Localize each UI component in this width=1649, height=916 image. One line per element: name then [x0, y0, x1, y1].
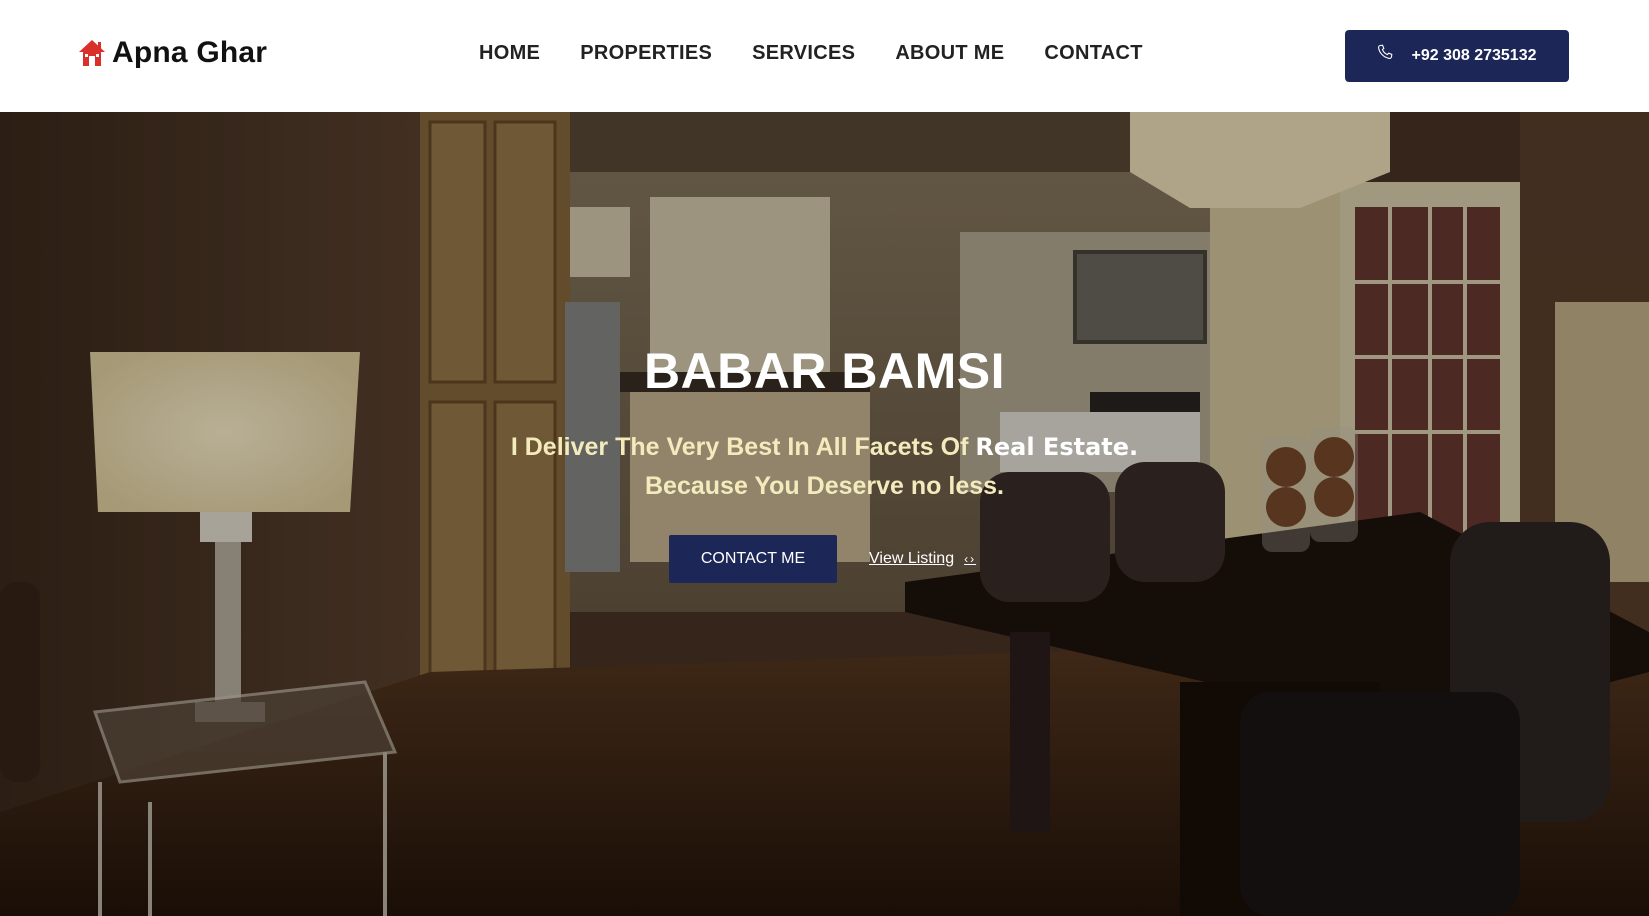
hero-actions: CONTACT ME View Listing ‹›: [669, 535, 976, 583]
brand-logo[interactable]: Apna Ghar: [78, 36, 267, 70]
nav-item-properties[interactable]: PROPERTIES: [580, 42, 712, 65]
view-listing-link[interactable]: View Listing ‹›: [869, 550, 976, 568]
hero-section: BABAR BAMSI I Deliver The Very Best In A…: [0, 112, 1649, 916]
hero-subtitle-line-1: I Deliver The Very Best In All Facets Of…: [0, 428, 1649, 467]
house-icon: [79, 40, 105, 66]
hero-subtitle-text: I Deliver The Very Best In All Facets Of: [510, 433, 969, 461]
phone-number: +92 308 2735132: [1411, 47, 1537, 64]
hero-overlay: [0, 112, 1649, 916]
site-header: Apna Ghar HOME PROPERTIES SERVICES ABOUT…: [0, 0, 1649, 112]
nav-item-contact[interactable]: CONTACT: [1044, 42, 1142, 65]
phone-icon: [1378, 44, 1393, 59]
contact-me-button[interactable]: CONTACT ME: [669, 535, 837, 583]
phone-button[interactable]: +92 308 2735132: [1345, 30, 1569, 82]
view-listing-label: View Listing: [869, 550, 955, 567]
hero-subtitle-highlight: Real Estate.: [975, 433, 1139, 461]
code-arrows-icon: ‹›: [964, 552, 977, 566]
main-nav: HOME PROPERTIES SERVICES ABOUT ME CONTAC…: [479, 42, 1143, 65]
nav-item-home[interactable]: HOME: [479, 42, 540, 65]
nav-item-services[interactable]: SERVICES: [752, 42, 855, 65]
nav-item-about-me[interactable]: ABOUT ME: [895, 42, 1004, 65]
brand-name: Apna Ghar: [112, 36, 268, 69]
hero-title: BABAR BAMSI: [643, 343, 1006, 399]
hero-subtitle: I Deliver The Very Best In All Facets Of…: [0, 428, 1649, 506]
hero-subtitle-line-2: Because You Deserve no less.: [645, 472, 1004, 500]
